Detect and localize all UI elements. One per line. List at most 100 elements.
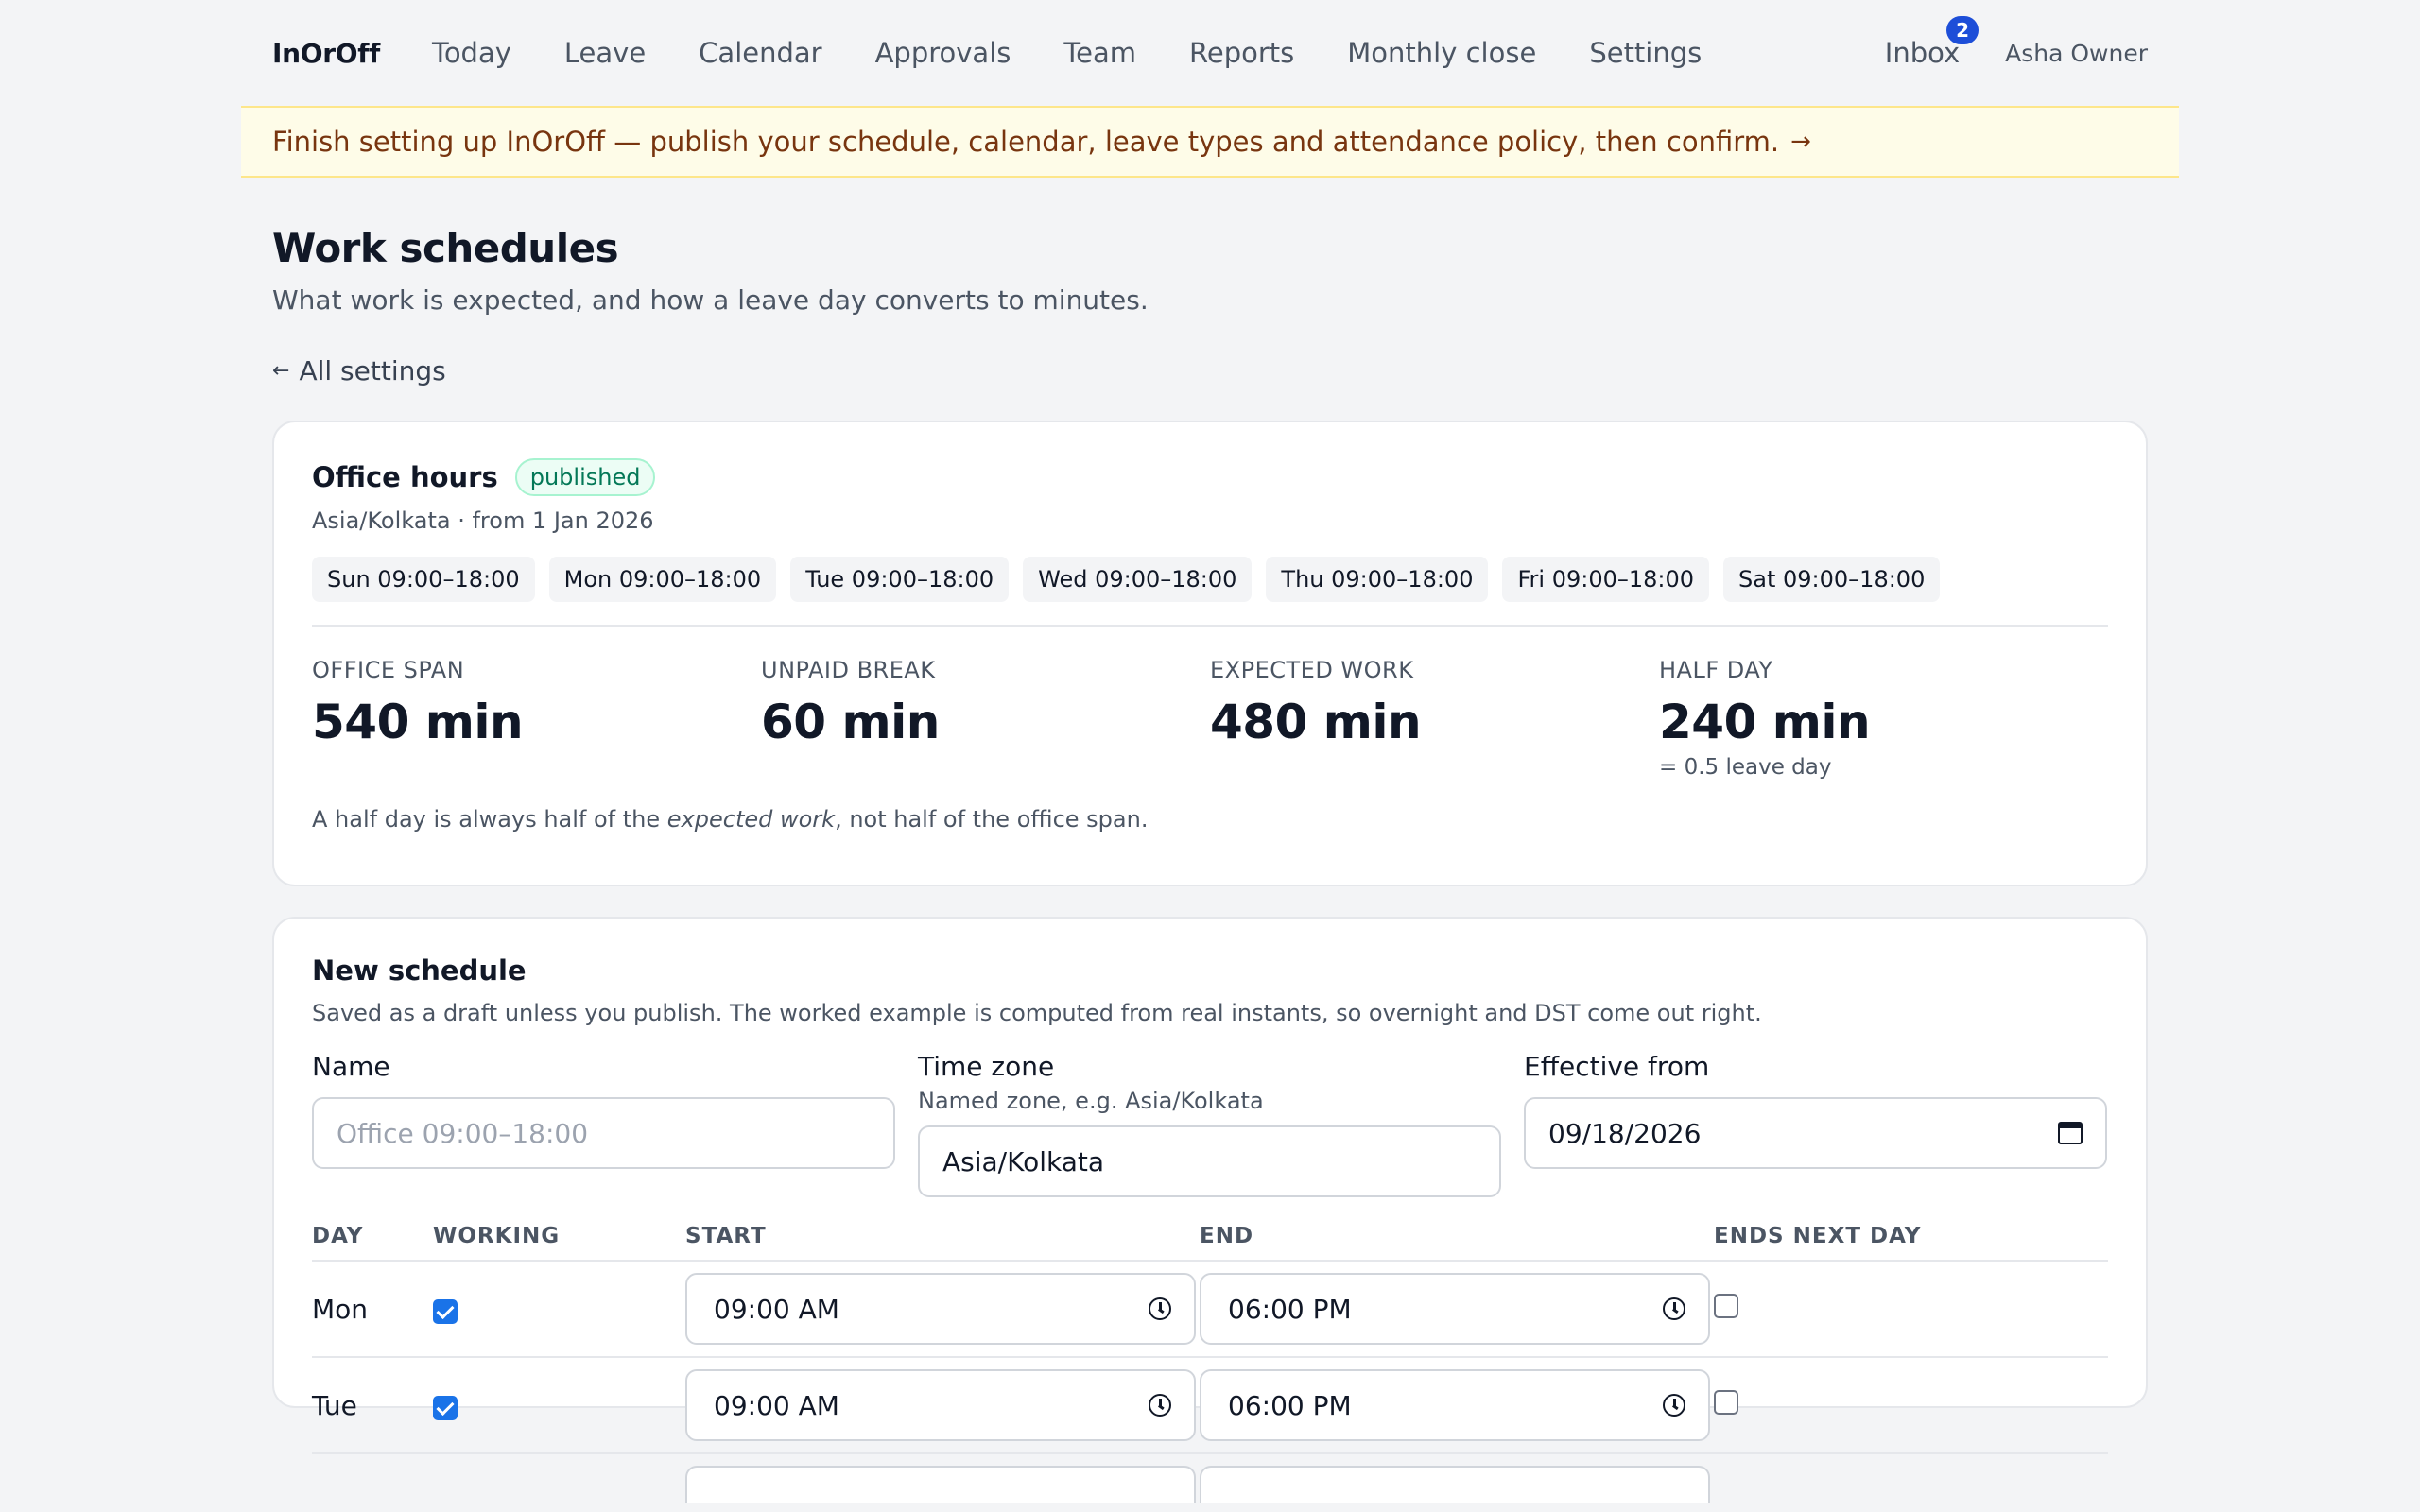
timezone-input[interactable]: Asia/Kolkata	[918, 1125, 1501, 1197]
nav-link-leave[interactable]: Leave	[564, 37, 646, 69]
schedule-stats: Office span 540 min Unpaid break 60 min …	[312, 657, 2108, 780]
office-hours-card: Office hours published Asia/Kolkata · fr…	[272, 421, 2148, 886]
nav-link-settings[interactable]: Settings	[1589, 37, 1702, 69]
inbox-count-badge: 2	[1946, 16, 1979, 44]
start-time-input[interactable]	[685, 1466, 1196, 1503]
day-chip: Fri 09:00–18:00	[1502, 557, 1710, 602]
schedule-fields: Name Office 09:00–18:00 Time zone Named …	[312, 1051, 2108, 1197]
nav-link-team[interactable]: Team	[1063, 37, 1136, 69]
clock-icon[interactable]	[1149, 1394, 1171, 1417]
schedule-title: Office hours	[312, 461, 498, 493]
new-schedule-description: Saved as a draft unless you publish. The…	[312, 1000, 1762, 1026]
start-time-input[interactable]: 09:00 AM	[685, 1273, 1196, 1345]
stat-value: 540 min	[312, 695, 524, 749]
ends-next-day-checkbox[interactable]	[1714, 1293, 1738, 1318]
nav-right: Inbox 2 Asha Owner	[1885, 0, 2148, 106]
name-input[interactable]: Office 09:00–18:00	[312, 1097, 895, 1169]
end-time-input[interactable]: 06:00 PM	[1200, 1273, 1710, 1345]
day-chip: Sat 09:00–18:00	[1723, 557, 1941, 602]
clock-icon[interactable]	[1663, 1297, 1685, 1320]
next-day-cell	[1714, 1261, 2108, 1358]
stat-office-span: Office span 540 min	[312, 657, 761, 780]
back-to-settings-link[interactable]: ← All settings	[272, 355, 446, 387]
effective-from-value: 09/18/2026	[1548, 1117, 1702, 1149]
page-title: Work schedules	[272, 225, 619, 271]
user-menu[interactable]: Asha Owner	[2005, 40, 2148, 67]
timezone-label: Time zone	[918, 1051, 1055, 1082]
calendar-icon[interactable]	[2058, 1122, 2083, 1144]
footnote-part: A half day is always half of the	[312, 806, 667, 833]
new-schedule-card: New schedule Saved as a draft unless you…	[272, 917, 2148, 1503]
table-row	[312, 1453, 2108, 1503]
end-time-value: 06:00 PM	[1228, 1389, 1352, 1421]
setup-banner[interactable]: Finish setting up InOrOff — publish your…	[241, 106, 2179, 178]
start-time-input[interactable]: 09:00 AM	[685, 1369, 1196, 1441]
start-time-value: 09:00 AM	[714, 1389, 839, 1421]
top-nav: InOrOff Today Leave Calendar Approvals T…	[241, 0, 2179, 106]
day-name: Tue	[312, 1357, 433, 1454]
stat-label: Unpaid break	[761, 657, 936, 683]
name-placeholder: Office 09:00–18:00	[337, 1117, 589, 1149]
status-badge: published	[514, 458, 656, 496]
divider	[312, 625, 2108, 627]
effective-from-field-group: Effective from 09/18/2026	[1524, 1051, 2107, 1197]
footnote-part: , not half of the office span.	[835, 806, 1149, 833]
nav-link-monthly-close[interactable]: Monthly close	[1347, 37, 1536, 69]
effective-from-label: Effective from	[1524, 1051, 1710, 1082]
working-checkbox[interactable]	[433, 1396, 458, 1420]
nav-links: Today Leave Calendar Approvals Team Repo…	[432, 37, 1754, 69]
end-cell: 06:00 PM	[1200, 1261, 1714, 1358]
working-cell	[433, 1453, 685, 1503]
timezone-value: Asia/Kolkata	[942, 1145, 1105, 1177]
day-chip: Wed 09:00–18:00	[1023, 557, 1253, 602]
ends-next-day-checkbox[interactable]	[1714, 1389, 1738, 1415]
stat-label: Expected work	[1210, 657, 1414, 683]
timezone-hint: Named zone, e.g. Asia/Kolkata	[918, 1088, 1264, 1114]
end-time-input[interactable]	[1200, 1466, 1710, 1503]
day-chip: Mon 09:00–18:00	[548, 557, 777, 602]
stat-value: 60 min	[761, 695, 940, 749]
start-cell	[685, 1453, 1200, 1503]
stat-expected-work: Expected work 480 min	[1210, 657, 1659, 780]
column-header-end: END	[1200, 1224, 1714, 1262]
effective-from-date-input[interactable]: 09/18/2026	[1524, 1097, 2107, 1169]
column-header-start: START	[685, 1224, 1200, 1262]
setup-banner-text: Finish setting up InOrOff — publish your…	[272, 126, 1780, 158]
day-chip: Tue 09:00–18:00	[790, 557, 1010, 602]
name-label: Name	[312, 1051, 390, 1082]
new-schedule-title: New schedule	[312, 954, 527, 987]
nav-link-reports[interactable]: Reports	[1189, 37, 1294, 69]
clock-icon[interactable]	[1149, 1297, 1171, 1320]
inbox-label: Inbox	[1884, 37, 1961, 69]
footnote-emphasis: expected work	[666, 806, 836, 833]
end-time-input[interactable]: 06:00 PM	[1200, 1369, 1710, 1441]
brand-logo[interactable]: InOrOff	[272, 38, 380, 69]
end-time-value: 06:00 PM	[1228, 1293, 1352, 1325]
stat-label: Office span	[312, 657, 465, 683]
name-field-group: Name Office 09:00–18:00	[312, 1051, 895, 1197]
stat-note: = 0.5 leave day	[1659, 755, 1832, 780]
day-schedule-table: DAY WORKING START END ENDS NEXT DAY Mon …	[312, 1224, 2108, 1503]
back-link-label: All settings	[299, 355, 446, 387]
working-checkbox[interactable]	[433, 1299, 458, 1324]
nav-link-approvals[interactable]: Approvals	[875, 37, 1011, 69]
half-day-footnote: A half day is always half of the expecte…	[312, 806, 2108, 833]
table-row: Mon 09:00 AM 06:00 PM	[312, 1261, 2108, 1358]
column-header-day: DAY	[312, 1224, 433, 1262]
inbox-link[interactable]: Inbox 2	[1884, 16, 1979, 69]
start-cell: 09:00 AM	[685, 1357, 1200, 1454]
nav-link-calendar[interactable]: Calendar	[699, 37, 821, 69]
page-subtitle: What work is expected, and how a leave d…	[272, 284, 1149, 316]
timezone-field-group: Time zone Named zone, e.g. Asia/Kolkata …	[918, 1051, 1501, 1197]
working-cell	[433, 1261, 685, 1358]
next-day-cell	[1714, 1453, 2108, 1503]
day-chip: Thu 09:00–18:00	[1266, 557, 1489, 602]
table-row: Tue 09:00 AM 06:00 PM	[312, 1357, 2108, 1454]
schedule-meta: Asia/Kolkata · from 1 Jan 2026	[312, 507, 654, 534]
clock-icon[interactable]	[1663, 1394, 1685, 1417]
day-chip: Sun 09:00–18:00	[312, 557, 535, 602]
day-chips: Sun 09:00–18:00 Mon 09:00–18:00 Tue 09:0…	[312, 557, 2108, 602]
nav-link-today[interactable]: Today	[432, 37, 511, 69]
arrow-left-icon: ←	[272, 359, 290, 383]
day-name: Mon	[312, 1261, 433, 1358]
